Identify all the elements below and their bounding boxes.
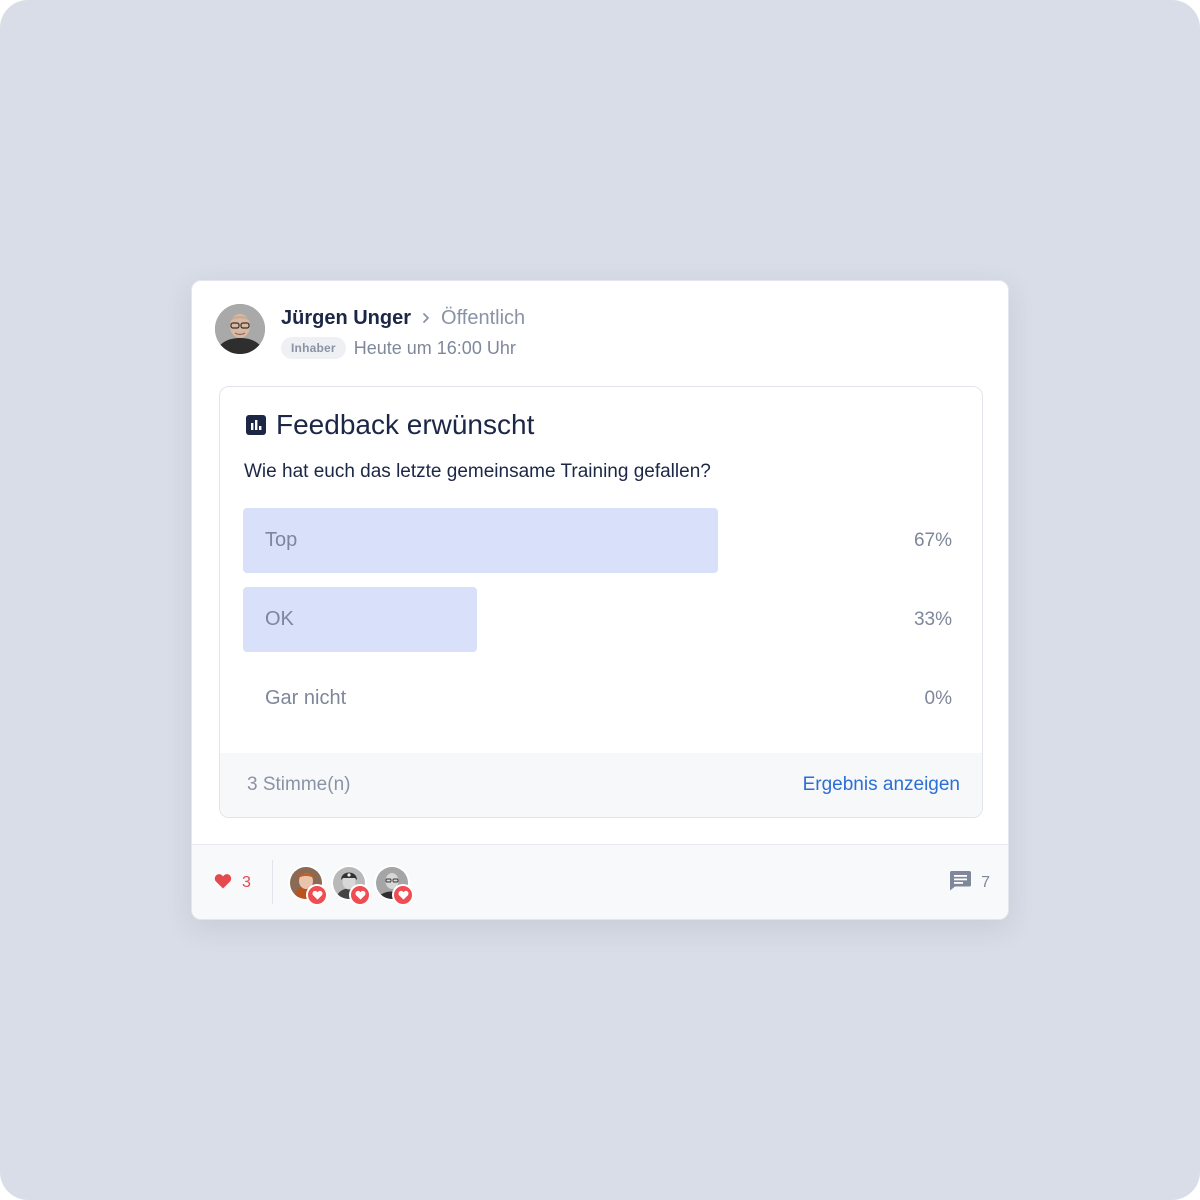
post-meta: Inhaber Heute um 16:00 Uhr bbox=[281, 336, 516, 360]
comment-icon bbox=[949, 870, 972, 896]
role-badge: Inhaber bbox=[281, 337, 346, 359]
poll-option-top[interactable]: Top 67% bbox=[243, 508, 952, 573]
poll-option-label: Top bbox=[265, 529, 298, 551]
poll-footer: 3 Stimme(n) Ergebnis anzeigen bbox=[220, 753, 982, 817]
poll-option-percent: 0% bbox=[924, 688, 952, 709]
like-button[interactable]: 3 bbox=[214, 845, 251, 919]
poll-option-percent: 67% bbox=[913, 530, 952, 551]
comments-button[interactable]: 7 bbox=[949, 845, 990, 919]
heart-icon bbox=[214, 873, 232, 894]
reactor-avatar[interactable] bbox=[331, 865, 371, 906]
audience-label[interactable]: Öffentlich bbox=[441, 307, 525, 330]
poll-option-percent: 33% bbox=[913, 609, 952, 630]
poll-option-gar-nicht[interactable]: Gar nicht 0% bbox=[243, 666, 952, 731]
poll-option-bar bbox=[243, 508, 719, 573]
poll-option-label: OK bbox=[265, 608, 294, 630]
divider bbox=[272, 860, 273, 904]
post-timestamp: Heute um 16:00 Uhr bbox=[353, 337, 516, 358]
reaction-bar: 3 7 bbox=[192, 844, 1008, 919]
poll-option-label: Gar nicht bbox=[265, 687, 347, 709]
author-avatar[interactable] bbox=[215, 304, 265, 354]
like-count: 3 bbox=[242, 874, 251, 891]
chevron-right-icon bbox=[419, 311, 433, 325]
comment-count: 7 bbox=[981, 874, 990, 891]
reactor-avatar[interactable] bbox=[288, 865, 328, 906]
poll-question: Wie hat euch das letzte gemeinsame Train… bbox=[244, 461, 711, 482]
reactor-avatar[interactable] bbox=[374, 865, 414, 906]
poll-header: Feedback erwünscht bbox=[246, 407, 534, 443]
poll-option-ok[interactable]: OK 33% bbox=[243, 587, 952, 652]
show-results-link[interactable]: Ergebnis anzeigen bbox=[803, 753, 960, 817]
bar-chart-icon bbox=[246, 415, 266, 435]
poll-title: Feedback erwünscht bbox=[276, 409, 535, 440]
vote-count: 3 Stimme(n) bbox=[247, 774, 351, 795]
poll-box: Feedback erwünscht Wie hat euch das letz… bbox=[219, 386, 983, 818]
heart-icon bbox=[349, 884, 371, 906]
heart-icon bbox=[392, 884, 414, 906]
background-canvas: Jürgen Unger Öffentlich Inhaber Heute um… bbox=[0, 0, 1200, 1200]
author-line: Jürgen Unger Öffentlich bbox=[281, 305, 525, 331]
author-name[interactable]: Jürgen Unger bbox=[281, 307, 411, 330]
heart-icon bbox=[306, 884, 328, 906]
post-card: Jürgen Unger Öffentlich Inhaber Heute um… bbox=[191, 280, 1009, 920]
